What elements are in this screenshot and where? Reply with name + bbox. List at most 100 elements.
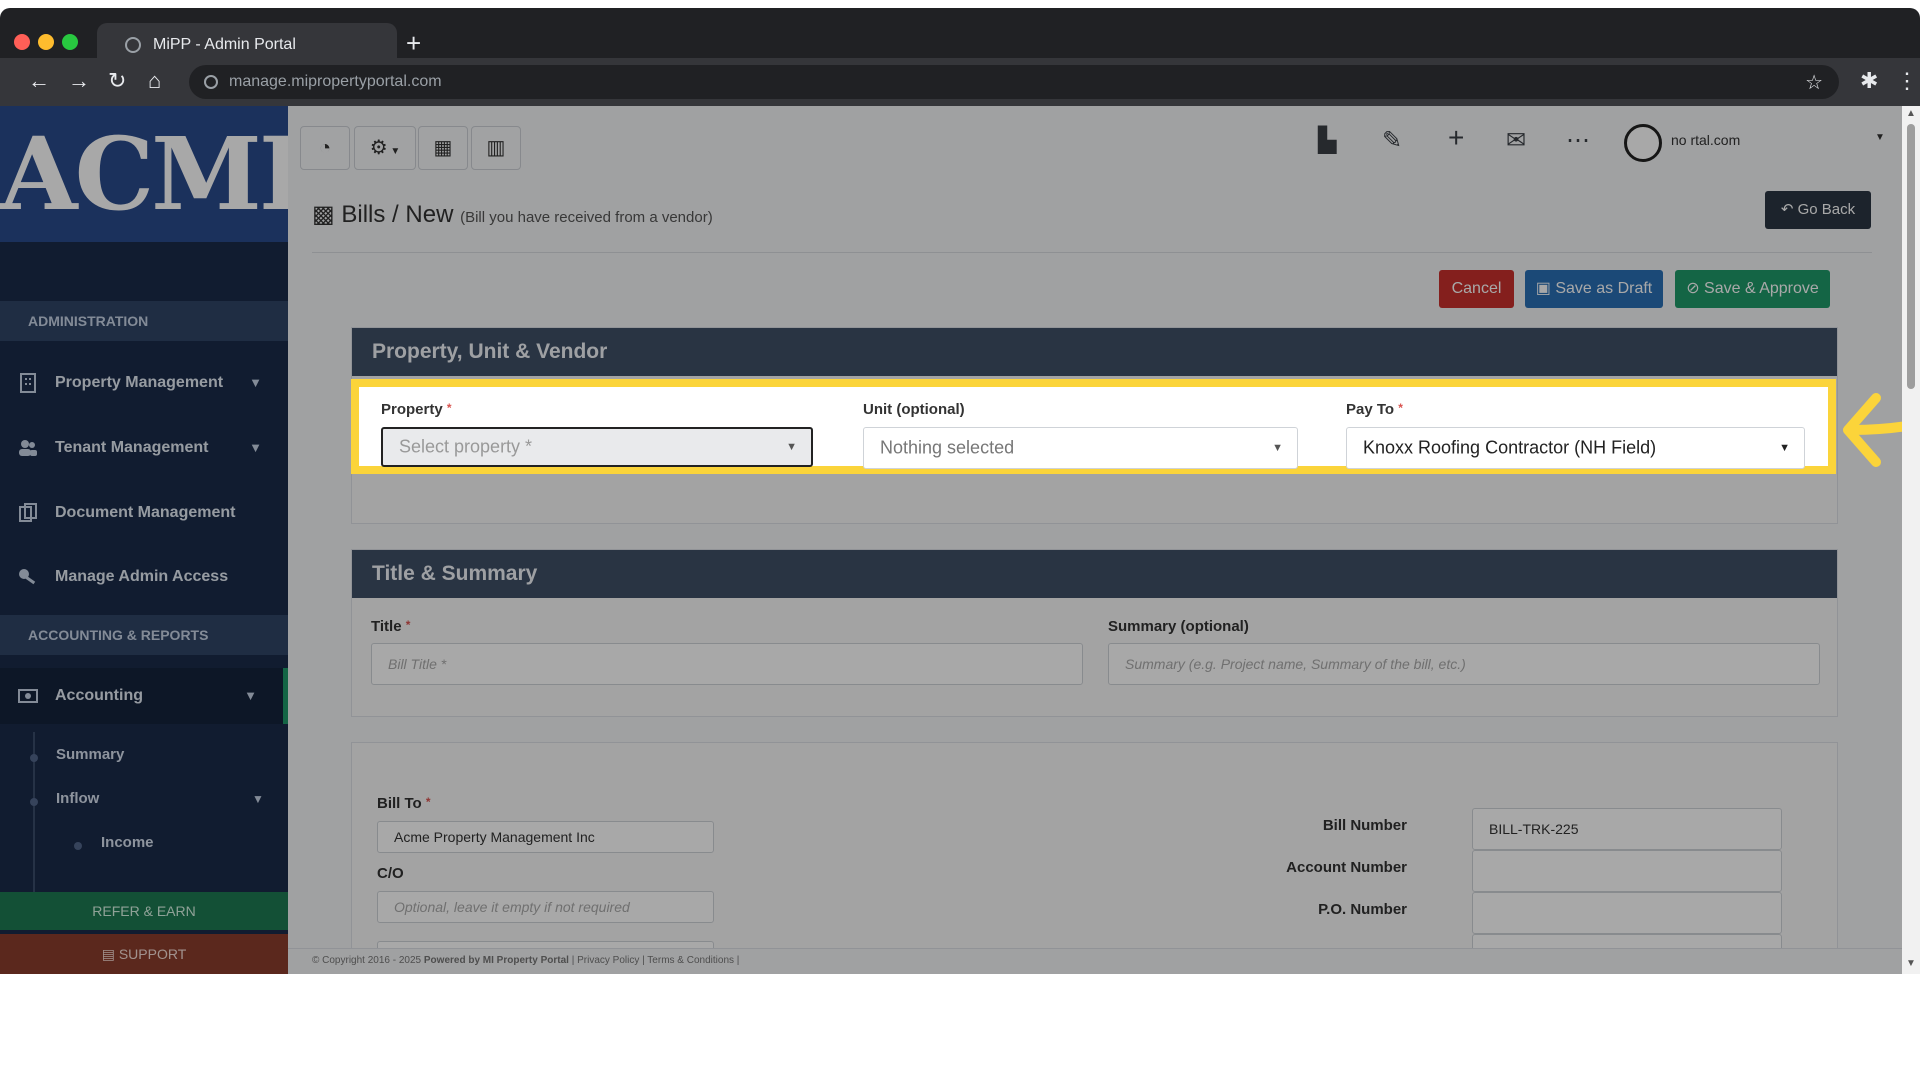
placeholder-text: Summary (e.g. Project name, Summary of t… bbox=[1125, 656, 1466, 672]
scroll-up-icon[interactable]: ▲ bbox=[1906, 108, 1916, 119]
scrollbar-thumb[interactable] bbox=[1907, 124, 1915, 389]
refer-and-earn-button[interactable]: REFER & EARN bbox=[0, 892, 288, 930]
highlighted-fields: Property * Select property * ▼ Unit (opt… bbox=[351, 379, 1836, 474]
maximize-window-icon[interactable] bbox=[62, 34, 78, 50]
undo-icon: ↶ bbox=[1780, 201, 1794, 218]
scroll-down-icon[interactable]: ▼ bbox=[1906, 958, 1916, 969]
main-content: ◔ ⚙ ▼ ▦ ▥ ▙ ✎ + ✉ ⋯ no rtal.com ▼ ▩ Bill… bbox=[288, 106, 1902, 974]
site-info-icon[interactable] bbox=[204, 75, 218, 89]
dashboard-button[interactable]: ◔ bbox=[300, 126, 350, 170]
minimize-window-icon[interactable] bbox=[38, 34, 54, 50]
label-text: Pay To bbox=[1346, 401, 1395, 418]
calculator-button[interactable]: ▥ bbox=[471, 126, 521, 170]
dashboard-gauge-icon: ◔ bbox=[318, 137, 332, 159]
summary-input[interactable]: Summary (e.g. Project name, Summary of t… bbox=[1108, 643, 1820, 685]
tab-title: MiPP - Admin Portal bbox=[153, 36, 296, 53]
caret-down-icon: ▼ bbox=[387, 146, 401, 157]
bar-chart-icon[interactable]: ▙ bbox=[1318, 126, 1336, 155]
documents-icon bbox=[19, 503, 37, 522]
user-avatar[interactable] bbox=[1624, 124, 1662, 162]
more-icon[interactable]: ⋯ bbox=[1566, 126, 1590, 155]
new-tab-button[interactable]: + bbox=[406, 28, 421, 58]
calculator-icon: ▥ bbox=[486, 137, 506, 159]
save-and-approve-button[interactable]: ⊘ Save & Approve bbox=[1675, 270, 1830, 308]
breadcrumb-bills[interactable]: Bills bbox=[341, 201, 385, 228]
sidebar-item-label: Accounting bbox=[55, 687, 143, 704]
powered-by-link[interactable]: Powered by MI Property Portal bbox=[424, 955, 569, 966]
cancel-button[interactable]: Cancel bbox=[1439, 270, 1514, 308]
bill-number-input[interactable]: BILL-TRK-225 bbox=[1472, 808, 1782, 850]
footer-links[interactable]: | Privacy Policy | Terms & Conditions | bbox=[572, 955, 740, 966]
company-logo[interactable]: ACME bbox=[0, 106, 288, 242]
save-and-approve-label: Save & Approve bbox=[1704, 280, 1819, 297]
sidebar-subitem-income[interactable]: Income bbox=[101, 834, 154, 851]
po-number-label: P.O. Number bbox=[1318, 901, 1407, 918]
back-arrow-icon[interactable]: ← bbox=[28, 68, 50, 94]
property-label: Property * bbox=[381, 401, 452, 418]
sidebar-item-property-management[interactable]: Property Management ▼ bbox=[0, 355, 288, 411]
save-as-draft-button[interactable]: ▣ Save as Draft bbox=[1525, 270, 1663, 308]
envelope-icon[interactable]: ✉ bbox=[1506, 126, 1526, 155]
browser-menu-icon[interactable]: ⋮ bbox=[1896, 68, 1918, 94]
breadcrumb-current: New bbox=[405, 201, 454, 228]
sidebar-subitem-inflow[interactable]: Inflow bbox=[56, 790, 99, 807]
required-marker: * bbox=[1398, 401, 1403, 415]
panel-title: Title & Summary bbox=[352, 550, 1837, 598]
bills-file-icon: ▩ bbox=[312, 201, 335, 228]
chevron-down-icon: ▼ bbox=[249, 440, 262, 455]
calendar-icon: ▦ bbox=[433, 137, 453, 159]
chevron-down-icon[interactable]: ▼ bbox=[1875, 132, 1885, 143]
sidebar-item-accounting[interactable]: Accounting ▼ bbox=[0, 668, 288, 724]
screen: MiPP - Admin Portal + ← → ↻ ⌂ manage.mip… bbox=[0, 0, 1920, 1080]
support-label: SUPPORT bbox=[118, 946, 187, 962]
footer: © Copyright 2016 - 2025 Powered by MI Pr… bbox=[288, 948, 1902, 974]
sidebar-subitem-summary[interactable]: Summary bbox=[56, 746, 124, 763]
po-number-input[interactable] bbox=[1472, 892, 1782, 934]
plus-icon[interactable]: + bbox=[1448, 122, 1464, 154]
chevron-down-icon: ▼ bbox=[249, 375, 262, 390]
section-header-accounting-reports: ACCOUNTING & REPORTS bbox=[0, 615, 288, 655]
user-email[interactable]: no rtal.com bbox=[1671, 132, 1740, 148]
sidebar-item-tenant-management[interactable]: Tenant Management ▼ bbox=[0, 420, 288, 476]
money-icon bbox=[18, 689, 38, 703]
address-bar[interactable]: manage.mipropertyportal.com ☆ bbox=[189, 65, 1839, 99]
forward-arrow-icon[interactable]: → bbox=[68, 68, 90, 94]
bookmark-star-icon[interactable]: ☆ bbox=[1805, 70, 1823, 95]
required-marker: * bbox=[446, 401, 452, 415]
bullet-icon bbox=[30, 798, 38, 806]
sidebar-item-label: Property Management bbox=[55, 374, 224, 391]
go-back-button[interactable]: ↶ Go Back bbox=[1765, 191, 1871, 229]
placeholder-text: Bill Title * bbox=[388, 656, 447, 672]
bill-title-input[interactable]: Bill Title * bbox=[371, 643, 1083, 685]
bullet-icon bbox=[30, 754, 38, 762]
label-text: Bill To bbox=[377, 795, 422, 812]
field-value: Knoxx Roofing Contractor (NH Field) bbox=[1363, 437, 1657, 458]
settings-dropdown-button[interactable]: ⚙ ▼ bbox=[354, 126, 416, 170]
gear-icon: ⚙ bbox=[369, 137, 388, 159]
page-subtitle: (Bill you have received from a vendor) bbox=[460, 209, 713, 226]
reload-icon[interactable]: ↻ bbox=[108, 68, 126, 94]
required-marker: * bbox=[405, 618, 411, 632]
calendar-button[interactable]: ▦ bbox=[418, 126, 468, 170]
go-back-label: Go Back bbox=[1797, 201, 1856, 218]
wrench-icon[interactable]: ✎ bbox=[1382, 126, 1402, 155]
placeholder-text: Select property * bbox=[399, 436, 533, 457]
support-button[interactable]: ▤ SUPPORT bbox=[0, 934, 288, 974]
panel-title: Property, Unit & Vendor bbox=[352, 328, 1837, 376]
sidebar-item-manage-admin-access[interactable]: Manage Admin Access bbox=[0, 549, 288, 605]
account-number-input[interactable] bbox=[1472, 850, 1782, 892]
close-window-icon[interactable] bbox=[14, 34, 30, 50]
scrollbar[interactable]: ▲ ▼ bbox=[1902, 106, 1920, 974]
unit-select[interactable]: Nothing selected ▼ bbox=[863, 427, 1298, 469]
home-icon[interactable]: ⌂ bbox=[148, 68, 161, 94]
breadcrumb-separator: / bbox=[392, 201, 399, 228]
field-value: Nothing selected bbox=[880, 437, 1015, 458]
label-text: Property bbox=[381, 401, 443, 418]
caret-down-icon: ▼ bbox=[1272, 442, 1283, 454]
pay-to-select[interactable]: Knoxx Roofing Contractor (NH Field) ▼ bbox=[1346, 427, 1805, 469]
sidebar-item-label: Document Management bbox=[55, 504, 236, 521]
browser-toolbar: ← → ↻ ⌂ manage.mipropertyportal.com ☆ ✱ … bbox=[0, 58, 1920, 106]
extensions-icon[interactable]: ✱ bbox=[1860, 68, 1878, 94]
property-select[interactable]: Select property * ▼ bbox=[381, 427, 813, 467]
sidebar-item-document-management[interactable]: Document Management bbox=[0, 485, 288, 541]
